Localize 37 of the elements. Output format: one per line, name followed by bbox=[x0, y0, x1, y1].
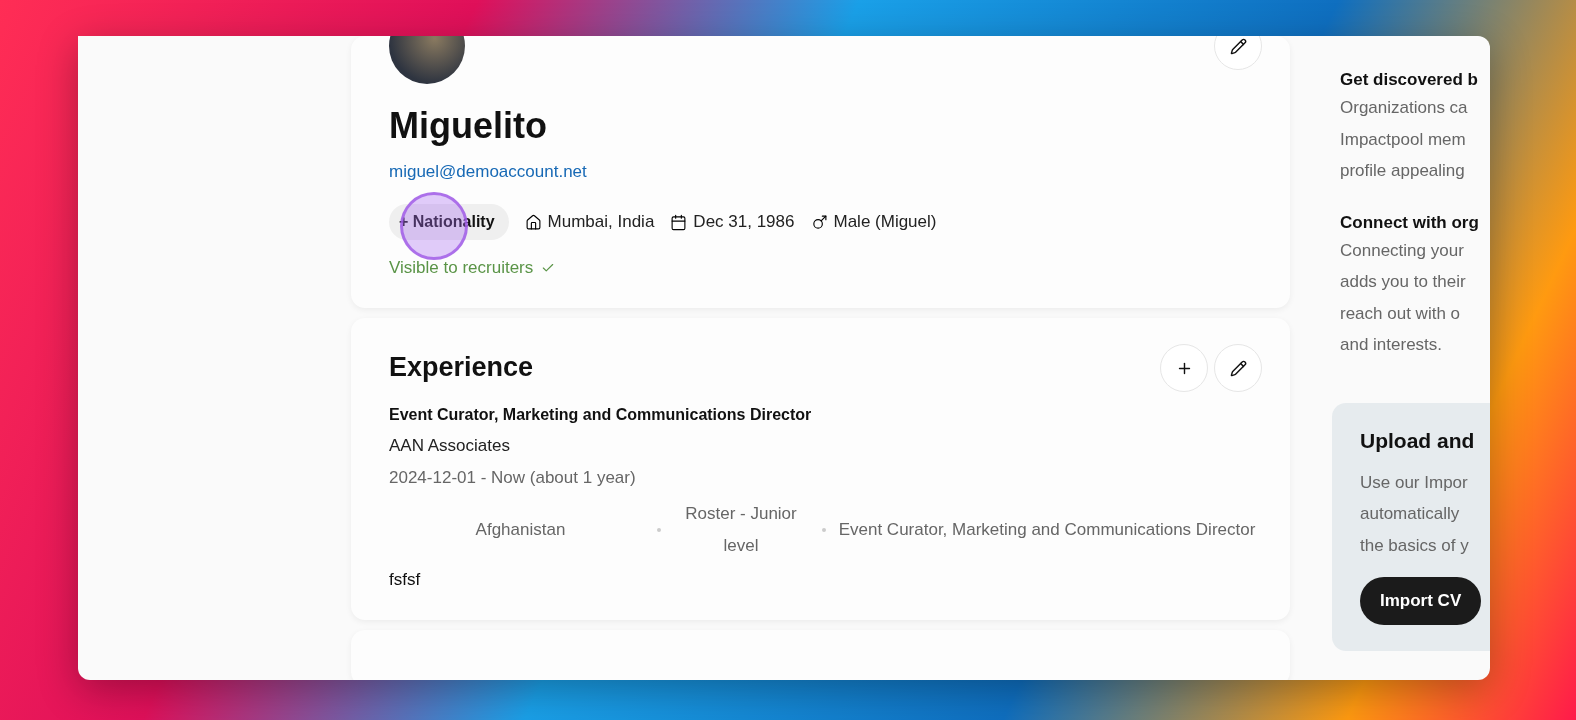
experience-detail: Event Curator, Marketing and Communications Director bbox=[837, 519, 1257, 541]
profile-name: Miguelito bbox=[389, 104, 548, 148]
benefit-text-line: profile appealing bbox=[1340, 160, 1466, 182]
profile-detail: Dec 31, 1986 bbox=[693, 212, 795, 232]
upload-title: Upload and bbox=[1360, 428, 1476, 453]
email-link[interactable]: miguel@demoaccount.net bbox=[389, 162, 587, 182]
import-cv-button[interactable]: Import CV bbox=[1360, 577, 1482, 625]
job-title: Event Curator, Marketing and Communications Director bbox=[389, 406, 813, 424]
section-title: Experience bbox=[389, 352, 534, 383]
benefit-text-line: Impactpool mem bbox=[1340, 128, 1467, 151]
benefit-text-line: adds you to their bbox=[1340, 271, 1467, 293]
upload-text-line: the basics of y bbox=[1360, 534, 1470, 557]
visibility-status: Visible to recruiters bbox=[389, 258, 534, 278]
date-range: 2024-12-01 - Now (about 1 year) bbox=[389, 468, 637, 488]
profile-detail: Male (Miguel) bbox=[833, 212, 937, 232]
upload-text-line: automatically bbox=[1360, 503, 1461, 525]
benefit-title: Get discovered b bbox=[1340, 69, 1479, 91]
separator-dot bbox=[657, 528, 661, 532]
profile-detail: Mumbai, India bbox=[547, 212, 655, 232]
pencil-icon bbox=[1229, 359, 1247, 377]
calendar-icon bbox=[670, 213, 688, 231]
pencil-icon bbox=[1229, 37, 1247, 55]
benefit-text-line: Organizations ca bbox=[1340, 97, 1469, 119]
benefit-text-line: and interests. bbox=[1340, 334, 1444, 356]
description: fsfsf bbox=[389, 570, 422, 590]
upload-text-line: Use our Impor bbox=[1360, 471, 1469, 494]
benefit-text-line: Connecting your bbox=[1340, 239, 1465, 262]
experience-detail: Roster - Junior level bbox=[684, 503, 798, 557]
male-symbol-icon bbox=[810, 213, 828, 231]
organization: AAN Associates bbox=[389, 436, 511, 456]
home-icon bbox=[524, 213, 542, 231]
benefit-title: Connect with org bbox=[1340, 211, 1480, 234]
separator-dot bbox=[822, 528, 826, 532]
edit-button[interactable] bbox=[1214, 36, 1262, 70]
benefit-text-line: reach out with o bbox=[1340, 302, 1461, 325]
experience-detail: Afghanistan bbox=[474, 519, 567, 541]
edit-button[interactable] bbox=[1214, 344, 1262, 392]
